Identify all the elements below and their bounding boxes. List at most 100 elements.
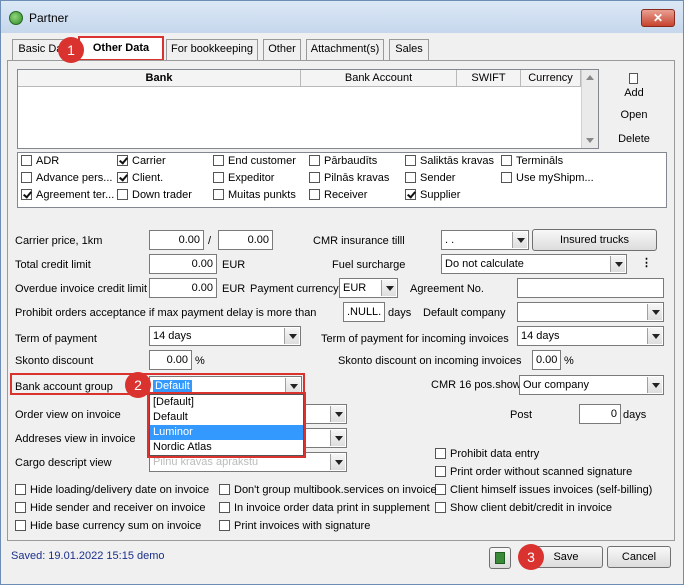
checkbox-box[interactable] bbox=[405, 155, 416, 166]
partner-type-checkbox[interactable]: Use myShipm... bbox=[501, 172, 594, 186]
invoice-option-checkbox[interactable]: In invoice order data print in supplemen… bbox=[219, 502, 430, 516]
partner-type-checkbox[interactable]: Sender bbox=[405, 172, 455, 186]
checkbox-box[interactable] bbox=[213, 155, 224, 166]
partner-type-checkbox[interactable]: Supplier bbox=[405, 189, 460, 203]
checkbox-box[interactable] bbox=[435, 502, 446, 513]
checkbox-box[interactable] bbox=[117, 172, 128, 183]
invoice-option-checkbox[interactable]: Hide sender and receiver on invoice bbox=[15, 502, 206, 516]
chevron-down-icon[interactable] bbox=[647, 377, 662, 393]
partner-type-checkbox[interactable]: Advance pers... bbox=[21, 172, 112, 186]
chevron-down-icon[interactable] bbox=[284, 328, 299, 344]
checkbox-box[interactable] bbox=[15, 502, 26, 513]
cmr16-select[interactable]: Our company bbox=[519, 375, 664, 395]
partner-type-checkbox[interactable]: Saliktās kravas bbox=[405, 155, 494, 169]
invoice-option-checkbox[interactable]: Hide base currency sum on invoice bbox=[15, 520, 201, 534]
bank-accounts-grid[interactable]: Bank Bank Account SWIFT Currency bbox=[17, 69, 599, 149]
default-company-select[interactable] bbox=[517, 302, 664, 322]
option-checkbox[interactable]: Show client debit/credit in invoice bbox=[435, 502, 612, 516]
cmr-insurance-date[interactable]: . . bbox=[441, 230, 529, 250]
checkbox-box[interactable] bbox=[21, 172, 32, 183]
max-delay-input[interactable]: .NULL. bbox=[343, 302, 385, 322]
checkbox-box[interactable] bbox=[21, 155, 32, 166]
tab-for-bookkeeping[interactable]: For bookkeeping bbox=[166, 39, 258, 60]
checkbox-box[interactable] bbox=[219, 520, 230, 531]
option-checkbox[interactable]: Prohibit data entry bbox=[435, 448, 539, 462]
order-view-select[interactable] bbox=[301, 404, 347, 424]
column-currency[interactable]: Currency bbox=[521, 70, 581, 87]
checkbox-box[interactable] bbox=[21, 189, 32, 200]
checkbox-box[interactable] bbox=[309, 172, 320, 183]
option-checkbox[interactable]: Client himself issues invoices (self-bil… bbox=[435, 484, 652, 498]
chevron-down-icon[interactable] bbox=[381, 280, 396, 296]
insured-trucks-button[interactable]: Insured trucks bbox=[532, 229, 657, 251]
checkbox-box[interactable] bbox=[435, 448, 446, 459]
checkbox-box[interactable] bbox=[405, 189, 416, 200]
checkbox-box[interactable] bbox=[219, 502, 230, 513]
close-button[interactable]: ✕ bbox=[641, 9, 675, 27]
skonto-input[interactable]: 0.00 bbox=[149, 350, 192, 370]
chevron-down-icon[interactable] bbox=[512, 232, 527, 248]
tab-other[interactable]: Other bbox=[263, 39, 301, 60]
chevron-down-icon[interactable] bbox=[330, 430, 345, 446]
column-swift[interactable]: SWIFT bbox=[457, 70, 521, 87]
post-input[interactable]: 0 bbox=[579, 404, 621, 424]
delete-button[interactable]: Delete bbox=[606, 133, 662, 145]
tab-sales[interactable]: Sales bbox=[389, 39, 429, 60]
agreement-no-input[interactable] bbox=[517, 278, 664, 298]
partner-type-checkbox[interactable]: Muitas punkts bbox=[213, 189, 296, 203]
partner-type-checkbox[interactable]: Client. bbox=[117, 172, 163, 186]
total-credit-input[interactable]: 0.00 bbox=[149, 254, 217, 274]
partner-type-checkbox[interactable]: Expeditor bbox=[213, 172, 274, 186]
checkbox-box[interactable] bbox=[501, 155, 512, 166]
more-icon[interactable]: ⋮ bbox=[641, 257, 652, 270]
checkbox-box[interactable] bbox=[15, 520, 26, 531]
checkbox-box[interactable] bbox=[15, 484, 26, 495]
partner-type-checkbox[interactable]: Pārbaudīts bbox=[309, 155, 377, 169]
partner-type-checkbox[interactable]: End customer bbox=[213, 155, 296, 169]
payment-currency-select[interactable]: EUR bbox=[339, 278, 398, 298]
column-bank-account[interactable]: Bank Account bbox=[301, 70, 457, 87]
chevron-down-icon[interactable] bbox=[647, 304, 662, 320]
checkbox-box[interactable] bbox=[219, 484, 230, 495]
chevron-down-icon[interactable] bbox=[330, 406, 345, 422]
partner-type-checkbox[interactable]: ADR bbox=[21, 155, 59, 169]
column-bank[interactable]: Bank bbox=[18, 70, 301, 87]
partner-type-checkbox[interactable]: Agreement ter... bbox=[21, 189, 114, 203]
chevron-down-icon[interactable] bbox=[330, 454, 345, 470]
tab-other-data[interactable]: Other Data bbox=[78, 36, 164, 61]
addresses-view-select[interactable] bbox=[301, 428, 347, 448]
partner-type-checkbox[interactable]: Termināls bbox=[501, 155, 563, 169]
checkbox-box[interactable] bbox=[117, 155, 128, 166]
chevron-down-icon[interactable] bbox=[647, 328, 662, 344]
checkbox-box[interactable] bbox=[435, 466, 446, 477]
checkbox-box[interactable] bbox=[501, 172, 512, 183]
partner-type-checkbox[interactable]: Down trader bbox=[117, 189, 192, 203]
partner-type-checkbox[interactable]: Carrier bbox=[117, 155, 166, 169]
invoice-option-checkbox[interactable]: Hide loading/delivery date on invoice bbox=[15, 484, 209, 498]
chevron-down-icon[interactable] bbox=[610, 256, 625, 272]
open-button[interactable]: Open bbox=[606, 109, 662, 121]
carrier-price-input-2[interactable]: 0.00 bbox=[218, 230, 273, 250]
add-button[interactable]: Add bbox=[606, 87, 662, 99]
new-document-icon[interactable] bbox=[629, 73, 638, 84]
checkbox-box[interactable] bbox=[117, 189, 128, 200]
option-checkbox[interactable]: Print order without scanned signature bbox=[435, 466, 632, 480]
carrier-price-input-1[interactable]: 0.00 bbox=[149, 230, 204, 250]
checkbox-box[interactable] bbox=[405, 172, 416, 183]
export-icon[interactable] bbox=[489, 547, 511, 569]
scroll-up-icon[interactable] bbox=[586, 75, 594, 80]
partner-type-checkbox[interactable]: Receiver bbox=[309, 189, 367, 203]
tab-attachments[interactable]: Attachment(s) bbox=[306, 39, 384, 60]
term-payment-select[interactable]: 14 days bbox=[149, 326, 301, 346]
invoice-option-checkbox[interactable]: Don't group multibook.services on invoic… bbox=[219, 484, 437, 498]
checkbox-box[interactable] bbox=[213, 172, 224, 183]
scroll-down-icon[interactable] bbox=[586, 138, 594, 143]
cancel-button[interactable]: Cancel bbox=[607, 546, 671, 568]
term-incoming-select[interactable]: 14 days bbox=[517, 326, 664, 346]
checkbox-box[interactable] bbox=[309, 189, 320, 200]
fuel-surcharge-select[interactable]: Do not calculate bbox=[441, 254, 627, 274]
skonto-incoming-input[interactable]: 0.00 bbox=[532, 350, 561, 370]
grid-scrollbar[interactable] bbox=[581, 70, 598, 148]
partner-type-checkbox[interactable]: Pilnās kravas bbox=[309, 172, 389, 186]
checkbox-box[interactable] bbox=[213, 189, 224, 200]
